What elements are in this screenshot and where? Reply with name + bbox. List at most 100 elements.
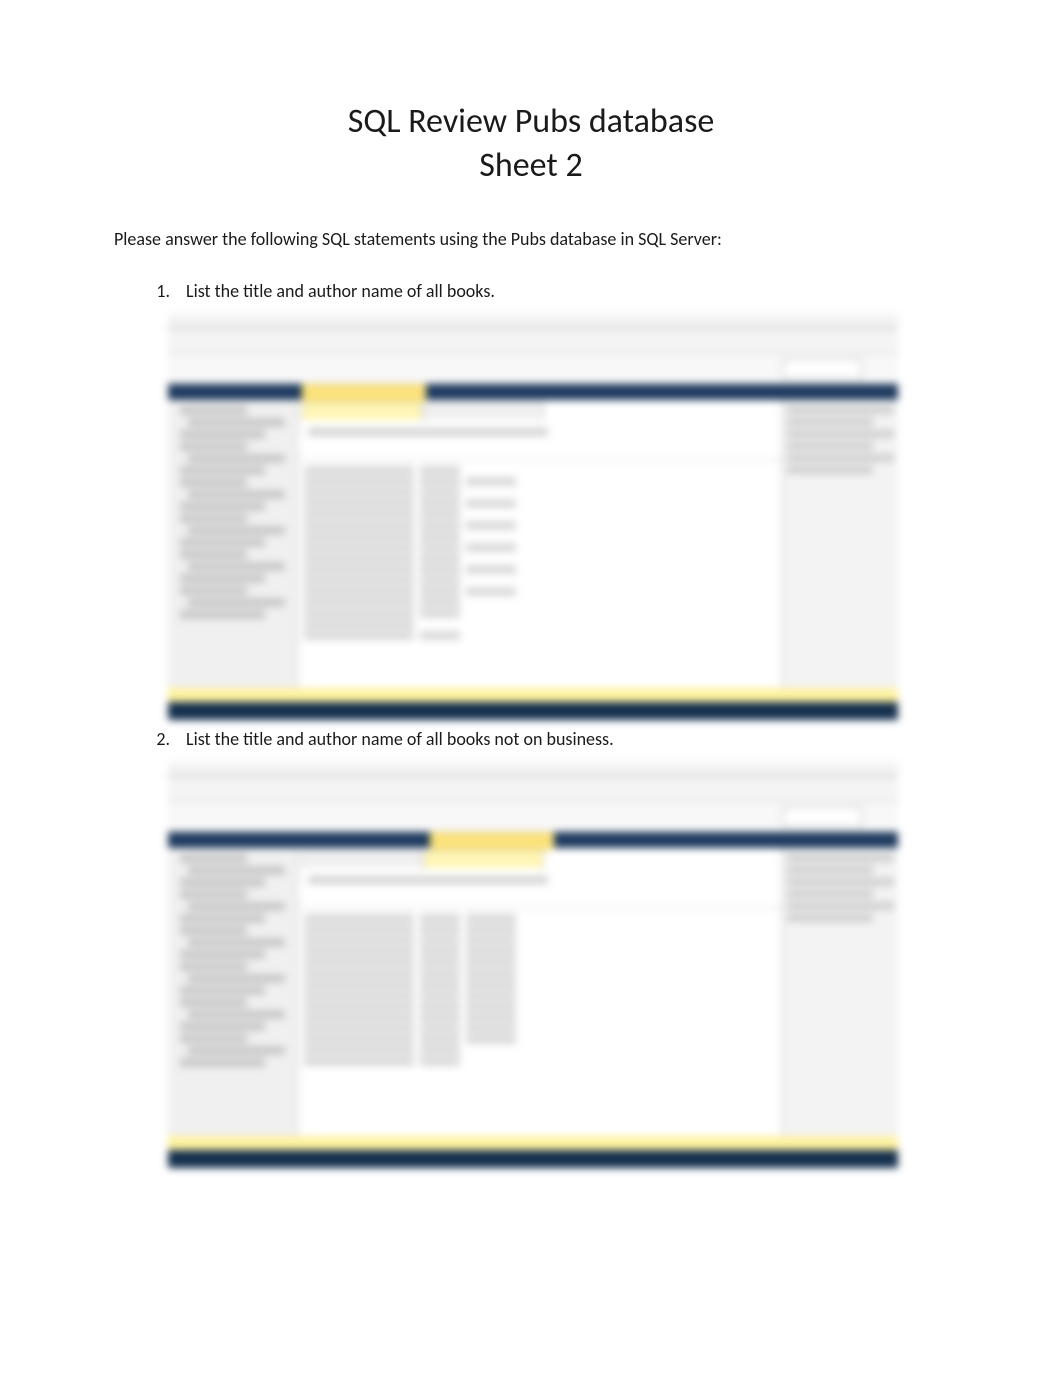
tree-node [188, 490, 285, 499]
result-row [304, 914, 776, 923]
tree-node [188, 938, 285, 947]
ssms-titlebar [168, 310, 898, 330]
tree-node [180, 950, 265, 959]
ssms-tabs [298, 400, 782, 420]
tree-node [180, 478, 247, 487]
result-row [304, 598, 776, 607]
question-row: 2. List the title and author name of all… [140, 728, 962, 750]
result-row [304, 1035, 776, 1044]
ssms-tab [302, 402, 422, 420]
ssms-active-tab [430, 832, 554, 850]
tree-node [180, 466, 265, 475]
ssms-status-bar [168, 688, 898, 702]
result-row [304, 532, 776, 541]
ssms-tabs [298, 848, 782, 868]
result-row [304, 958, 776, 967]
tree-node [180, 406, 247, 415]
ssms-query-panel [298, 848, 782, 1138]
tree-node [188, 902, 285, 911]
tree-node [188, 974, 285, 983]
ssms-toolbar [168, 354, 898, 384]
result-row [304, 587, 776, 596]
ssms-object-explorer [168, 848, 298, 1138]
screenshot-wrapper [168, 310, 962, 720]
tree-node [180, 962, 247, 971]
property-line [787, 454, 894, 462]
tree-node [188, 866, 285, 875]
ssms-tab [424, 402, 544, 420]
question-number: 2. [140, 728, 170, 750]
question-text: List the title and author name of all bo… [186, 280, 962, 302]
ssms-header-dark [168, 384, 898, 400]
ssms-query-editor [298, 420, 782, 460]
property-line [787, 442, 873, 450]
tree-node [180, 514, 247, 523]
tree-node [180, 890, 247, 899]
intro-text: Please answer the following SQL statemen… [114, 228, 962, 250]
tree-node [180, 538, 265, 547]
tree-node [180, 914, 265, 923]
tree-node [180, 1022, 265, 1031]
tree-node [180, 586, 247, 595]
ssms-active-tab [302, 384, 426, 402]
tree-node [180, 610, 265, 619]
result-row [304, 576, 776, 585]
ssms-query-editor [298, 868, 782, 908]
ssms-titlebar [168, 758, 898, 778]
tree-node [188, 1046, 285, 1055]
tree-node [188, 418, 285, 427]
tree-node [180, 986, 265, 995]
ssms-body [168, 848, 898, 1138]
ssms-screenshot-blurred [168, 758, 898, 1168]
ssms-tab [302, 850, 422, 868]
property-line [787, 914, 873, 922]
tree-node [188, 562, 285, 571]
title-line-1: SQL Review Pubs database [100, 100, 962, 144]
result-row [304, 1013, 776, 1022]
ssms-body [168, 400, 898, 690]
tree-node [188, 454, 285, 463]
question-list: 1. List the title and author name of all… [140, 280, 962, 1168]
tree-node [180, 502, 265, 511]
ssms-screenshot-blurred [168, 310, 898, 720]
tree-node [180, 1058, 265, 1067]
tree-node [180, 998, 247, 1007]
ssms-toolbar [168, 802, 898, 832]
screenshot-wrapper [168, 758, 962, 1168]
result-row [304, 554, 776, 563]
property-line [787, 878, 894, 886]
property-line [787, 902, 894, 910]
property-line [787, 890, 873, 898]
result-row [304, 477, 776, 486]
result-row [304, 936, 776, 945]
result-row [304, 499, 776, 508]
property-line [787, 418, 873, 426]
tree-node [180, 574, 265, 583]
result-row [304, 510, 776, 519]
result-row [304, 620, 776, 629]
tree-node [180, 442, 247, 451]
ssms-results-grid [298, 460, 782, 690]
result-row [304, 488, 776, 497]
result-row [304, 631, 776, 640]
ssms-properties-panel [782, 400, 898, 690]
tree-node [180, 1034, 247, 1043]
result-row [304, 565, 776, 574]
result-row [304, 980, 776, 989]
tree-node [188, 526, 285, 535]
result-row [304, 1057, 776, 1066]
tree-node [180, 854, 247, 863]
result-row [304, 466, 776, 475]
property-line [787, 466, 873, 474]
ssms-toolbar-dropdown [782, 807, 862, 827]
result-row [304, 991, 776, 1000]
document-page: SQL Review Pubs database Sheet 2 Please … [0, 0, 1062, 1216]
query-text-line [308, 876, 548, 884]
ssms-object-explorer [168, 400, 298, 690]
ssms-query-panel [298, 400, 782, 690]
query-text-line [308, 428, 548, 436]
result-row [304, 543, 776, 552]
ssms-taskbar [168, 702, 898, 720]
tree-node [180, 878, 265, 887]
property-line [787, 406, 894, 414]
